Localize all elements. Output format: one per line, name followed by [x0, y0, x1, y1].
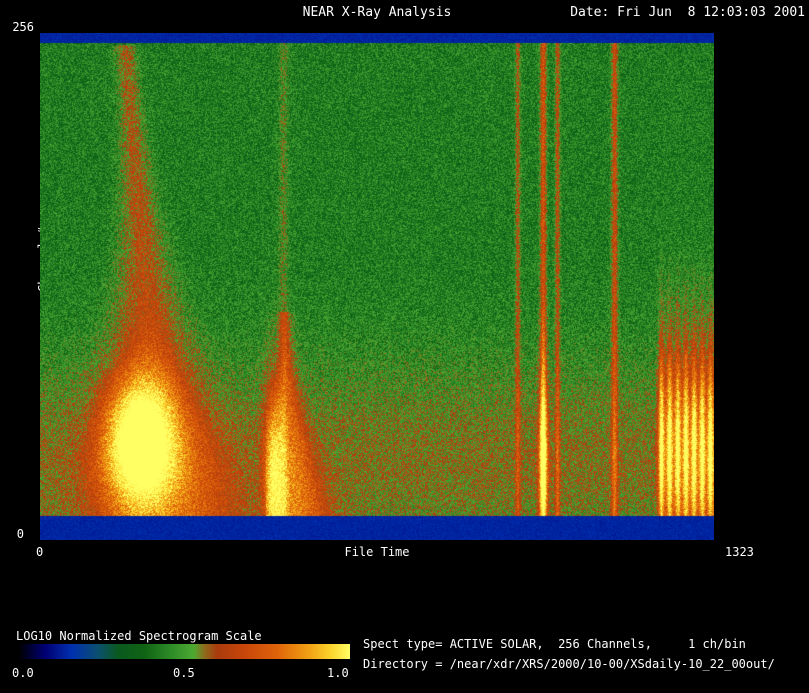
date-label: Date: Fri Jun 8 12:03:03 2001 — [570, 5, 805, 21]
colorbar-label: LOG10 Normalized Spectrogram Scale — [16, 629, 262, 643]
directory-line: Directory = /near/xdr/XRS/2000/10-00/XSd… — [363, 657, 775, 671]
y-axis-max-tick: 256 — [4, 20, 34, 34]
x-axis-max-tick: 1323 — [725, 545, 754, 559]
spectrogram-image — [40, 33, 714, 540]
colorbar-tick-max: 1.0 — [327, 666, 349, 680]
colorbar-tick-min: 0.0 — [12, 666, 34, 680]
near-xray-analysis-window: NEAR X-Ray Analysis Date: Fri Jun 8 12:0… — [0, 0, 809, 693]
x-axis-title: File Time — [40, 545, 714, 559]
colorbar-tick-mid: 0.5 — [173, 666, 195, 680]
colorbar-gradient — [18, 644, 350, 659]
spect-type-line: Spect type= ACTIVE SOLAR, 256 Channels, … — [363, 637, 746, 651]
y-axis-min-tick: 0 — [4, 527, 24, 541]
